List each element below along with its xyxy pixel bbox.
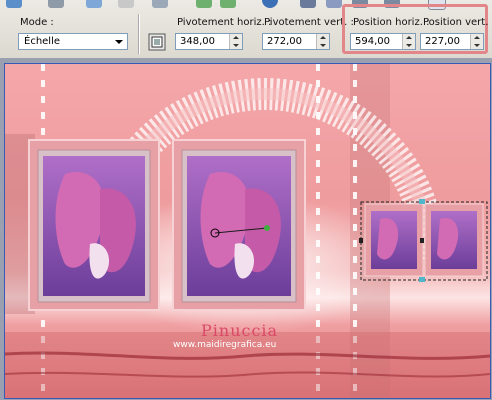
position-vert-field[interactable]: 227,00 [420, 33, 484, 50]
tool-options-bar: Mode : Échelle Pivotement horiz. : 348,0… [0, 0, 492, 59]
undo-icon[interactable] [86, 0, 102, 8]
handle-bottom[interactable] [419, 277, 425, 282]
pivot-horiz-spinner[interactable] [229, 34, 242, 49]
help-icon[interactable] [262, 0, 278, 8]
photo-frame-left [28, 139, 160, 311]
watermark-name: Pinuccia [201, 321, 279, 340]
rotate-icon[interactable] [196, 0, 212, 8]
artwork[interactable]: Pinuccia www.maidiregrafica.eu [4, 63, 491, 399]
position-horiz-field[interactable]: 594,00 [350, 33, 416, 50]
pivot-vert-value: 272,00 [267, 36, 302, 47]
mode-select[interactable]: Échelle [18, 33, 128, 50]
handle-center[interactable] [420, 238, 424, 243]
handle-top[interactable] [419, 199, 425, 204]
position-vert-value: 227,00 [425, 36, 460, 47]
canvas-area[interactable]: Pinuccia www.maidiregrafica.eu [0, 58, 492, 400]
position-vert-spinner[interactable] [470, 34, 483, 49]
pivot-vert-spinner[interactable] [316, 34, 329, 49]
toolbar-separator [138, 14, 140, 54]
position-horiz-value: 594,00 [355, 36, 390, 47]
position-vert-label: Position vert. : [423, 17, 492, 28]
watermark-url: www.maidiregrafica.eu [173, 340, 277, 350]
copy-icon[interactable] [152, 0, 168, 8]
rotation-handle-icon[interactable] [264, 225, 270, 231]
rotate-ccw-icon[interactable] [220, 0, 236, 8]
grid-alt-icon[interactable] [326, 0, 342, 8]
mode-label: Mode : [20, 17, 54, 28]
pivot-horiz-label: Pivotement horiz. : [177, 17, 272, 28]
pivot-vert-field[interactable]: 272,00 [262, 33, 330, 50]
layout-icon[interactable] [148, 33, 166, 51]
position-horiz-spinner[interactable] [402, 34, 415, 49]
grid-icon[interactable] [300, 0, 316, 8]
share-icon[interactable] [6, 0, 22, 8]
pivot-horiz-field[interactable]: 348,00 [175, 33, 243, 50]
mode-select-value: Échelle [24, 36, 61, 47]
save-icon[interactable] [48, 0, 64, 8]
pivot-horiz-value: 348,00 [180, 36, 215, 47]
handle-left[interactable] [359, 238, 363, 243]
redo-icon[interactable] [118, 0, 134, 8]
photo-frame-center [172, 139, 306, 311]
selected-frames[interactable] [359, 199, 488, 282]
position-horiz-label: Position horiz. : [353, 17, 430, 28]
pivot-vert-label: Pivotement vert. : [264, 17, 354, 28]
chevron-down-icon [115, 40, 123, 44]
